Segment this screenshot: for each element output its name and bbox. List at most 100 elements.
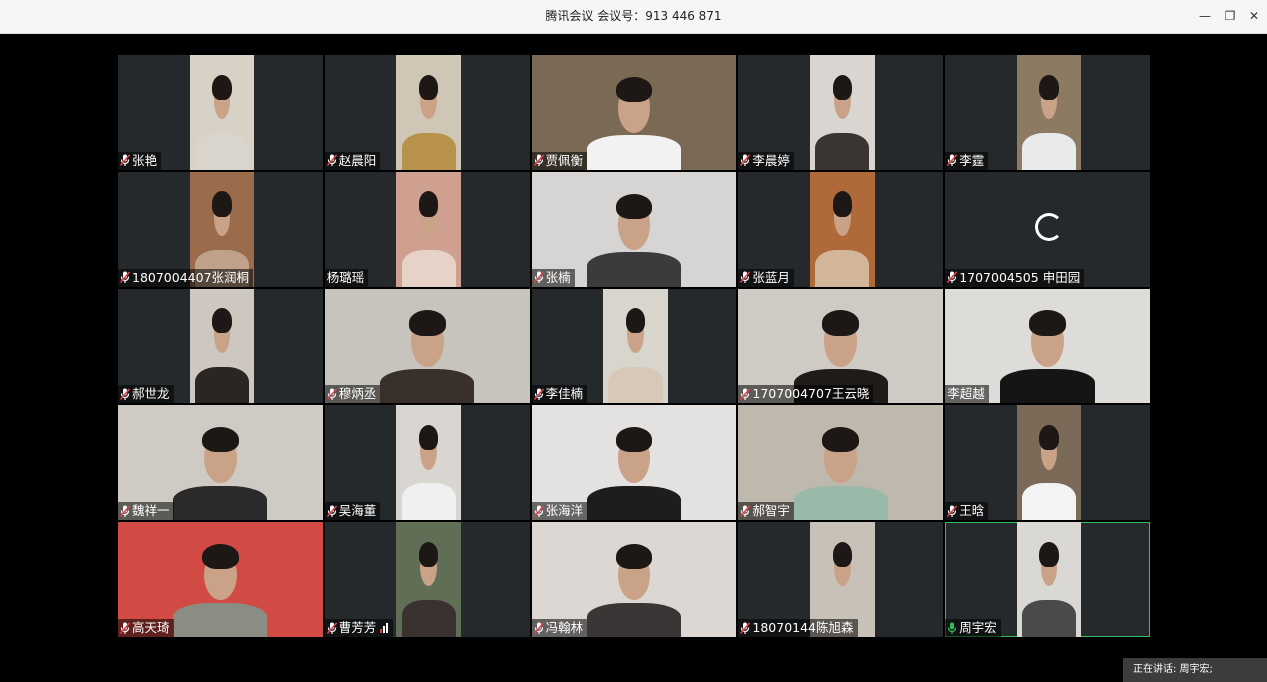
participant-name: 王晗	[959, 503, 985, 519]
title-bar: 腾讯会议 会议号：913 446 871 — ❐ ✕	[0, 0, 1267, 34]
participant-video	[396, 171, 461, 287]
participant-name: 周宇宏	[959, 620, 997, 635]
participant-tile[interactable]: 周宇宏	[945, 522, 1150, 637]
mic-muted-icon	[533, 621, 544, 635]
minimize-icon[interactable]: —	[1193, 0, 1217, 33]
participant-name: 李佳楠	[545, 386, 584, 402]
participant-name-label: 贾佩衡	[531, 151, 588, 170]
participant-tile[interactable]: 杨璐瑶	[324, 171, 530, 287]
participant-video	[396, 405, 461, 521]
mic-muted-icon	[947, 505, 958, 518]
participant-name-label: 郝智宇	[738, 502, 794, 521]
participant-name: 张海洋	[545, 503, 584, 519]
mic-muted-icon	[533, 154, 544, 167]
participant-name: 吴海董	[338, 503, 377, 519]
participant-tile[interactable]: 郝智宇	[738, 405, 944, 521]
participant-tile[interactable]: 1807004407张润桐	[118, 171, 323, 287]
participant-name-label: 吴海董	[324, 502, 381, 521]
participant-name: 18070144陈旭森	[752, 620, 854, 635]
participant-tile[interactable]: 张海洋	[531, 405, 737, 521]
participant-tile[interactable]: 1707004707王云晓	[738, 288, 944, 404]
participant-name-label: 18070144陈旭森	[738, 619, 858, 637]
participant-name-label: 王晗	[945, 502, 989, 521]
participant-video	[1016, 405, 1082, 521]
participant-video	[603, 288, 668, 404]
participant-video	[396, 522, 461, 637]
participant-tile[interactable]: 穆炳丞	[324, 288, 530, 404]
participant-tile[interactable]: 李霆	[945, 55, 1150, 170]
mic-muted-icon	[947, 271, 958, 284]
participant-name: 郝智宇	[752, 503, 790, 519]
participant-name-label: 李佳楠	[531, 385, 588, 404]
participant-name: 1807004407张润桐	[132, 269, 250, 285]
participant-name-label: 李超越	[945, 385, 989, 404]
participant-name: 杨璐瑶	[326, 269, 365, 285]
participant-name: 魏祥一	[132, 503, 170, 519]
mic-muted-icon	[326, 621, 337, 635]
participant-name: 郝世龙	[132, 386, 170, 402]
participant-tile[interactable]: 张楠	[531, 171, 737, 287]
participant-tile[interactable]: 李佳楠	[531, 288, 737, 404]
participant-name: 1707004707王云晓	[752, 386, 870, 402]
participant-tile[interactable]: 张艳	[118, 55, 323, 170]
participant-video	[189, 55, 255, 170]
participant-name: 赵晨阳	[338, 152, 377, 168]
video-grid: 张艳 赵晨阳 贾佩衡 李晨婷 李霆 1807004407张润桐 杨璐瑶 张楠 张蓝月 170700…	[118, 55, 1150, 637]
participant-name: 曹芳芳	[338, 620, 377, 635]
mic-muted-icon	[533, 505, 544, 518]
participant-name: 张艳	[132, 152, 158, 168]
participant-name-label: 高天琦	[118, 619, 174, 637]
mic-on-icon	[947, 622, 957, 635]
mic-muted-icon	[740, 505, 751, 518]
mic-muted-icon	[120, 388, 130, 401]
participant-name: 高天琦	[132, 620, 170, 635]
participant-tile[interactable]: 1707004505 申田园	[945, 171, 1150, 287]
participant-tile[interactable]: 李超越	[945, 288, 1150, 404]
participant-tile[interactable]: 贾佩衡	[531, 55, 737, 170]
participant-name-label: 张蓝月	[738, 268, 794, 287]
participant-name-label: 1707004707王云晓	[738, 385, 874, 404]
mic-muted-icon	[326, 388, 337, 401]
participant-tile[interactable]: 吴海董	[324, 405, 530, 521]
participant-tile[interactable]: 曹芳芳	[324, 522, 530, 637]
participant-tile[interactable]: 魏祥一	[118, 405, 323, 521]
participant-tile[interactable]: 18070144陈旭森	[738, 522, 944, 637]
participant-video	[189, 288, 255, 404]
network-signal-icon	[380, 623, 389, 633]
participant-name-label: 赵晨阳	[324, 151, 381, 170]
participant-tile[interactable]: 高天琦	[118, 522, 323, 637]
participant-name: 张蓝月	[752, 269, 790, 285]
participant-tile[interactable]: 冯翰林	[531, 522, 737, 637]
participant-video	[396, 55, 461, 170]
participant-name-label: 魏祥一	[118, 502, 174, 521]
restore-icon[interactable]: ❐	[1218, 0, 1242, 33]
participant-name: 李超越	[947, 386, 985, 402]
participant-video	[810, 171, 875, 287]
participant-tile[interactable]: 王晗	[945, 405, 1150, 521]
participant-name-label: 张海洋	[531, 502, 588, 521]
participant-name: 穆炳丞	[338, 386, 377, 402]
close-icon[interactable]: ✕	[1242, 0, 1266, 33]
mic-muted-icon	[533, 271, 544, 284]
mic-muted-icon	[120, 505, 130, 518]
participant-tile[interactable]: 赵晨阳	[324, 55, 530, 170]
participant-tile[interactable]: 李晨婷	[738, 55, 944, 170]
mic-muted-icon	[120, 271, 130, 284]
participant-name-label: 1807004407张润桐	[118, 268, 254, 287]
participant-name: 1707004505 申田园	[959, 269, 1081, 285]
participant-video	[1016, 55, 1082, 170]
participant-name-label: 张艳	[118, 151, 162, 170]
window-title: 腾讯会议 会议号：913 446 871	[545, 9, 722, 23]
participant-tile[interactable]: 郝世龙	[118, 288, 323, 404]
participant-name: 贾佩衡	[545, 152, 584, 168]
participant-name-label: 李晨婷	[738, 151, 794, 170]
mic-muted-icon	[740, 154, 751, 167]
participant-tile[interactable]: 张蓝月	[738, 171, 944, 287]
participant-name-label: 周宇宏	[945, 619, 1001, 637]
participant-name-label: 1707004505 申田园	[945, 268, 1085, 287]
mic-muted-icon	[326, 154, 337, 167]
mic-muted-icon	[947, 154, 958, 167]
participant-video	[810, 55, 875, 170]
participant-name-label: 杨璐瑶	[324, 268, 369, 287]
mic-muted-icon	[533, 388, 544, 401]
